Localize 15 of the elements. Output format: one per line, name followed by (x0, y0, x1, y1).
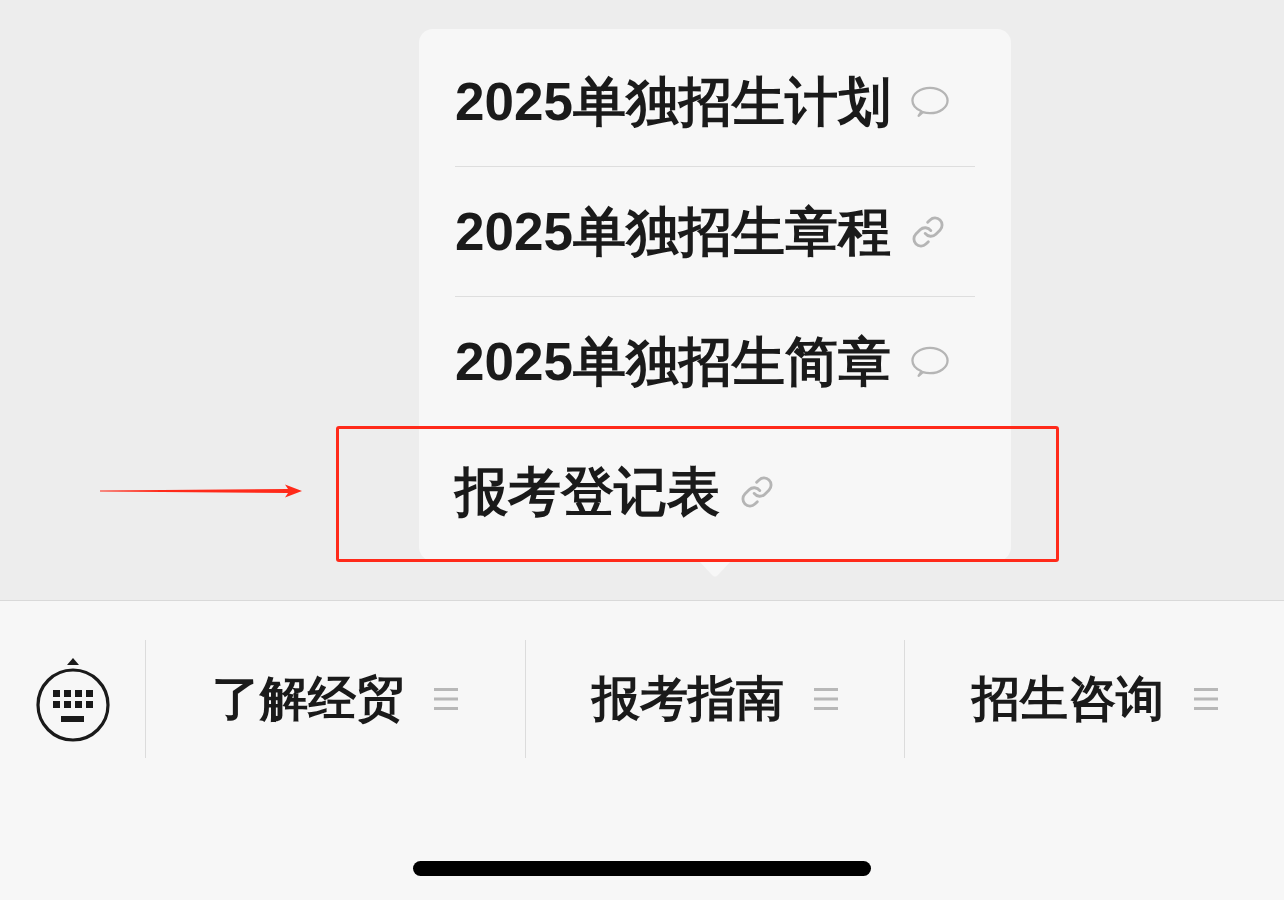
menu-button[interactable]: 招生咨询 (971, 675, 1218, 723)
submenu-item[interactable]: 报考登记表 (455, 427, 975, 556)
menu-button[interactable]: 报考指南 (592, 675, 838, 723)
chat-bubble-icon (910, 85, 949, 118)
submenu-item[interactable]: 2025单独招生计划 (455, 37, 975, 166)
submenu-item[interactable]: 2025单独招生简章 (455, 297, 975, 426)
link-icon (910, 214, 945, 249)
menu-button[interactable]: 了解经贸 (212, 675, 459, 723)
popover-tail (698, 560, 732, 578)
chat-bubble-icon (910, 345, 949, 378)
menu-icon (434, 687, 459, 711)
submenu-item[interactable]: 2025单独招生章程 (455, 167, 975, 296)
menu-icon (814, 687, 838, 711)
link-icon (740, 474, 774, 509)
menu-icon (1193, 687, 1218, 711)
